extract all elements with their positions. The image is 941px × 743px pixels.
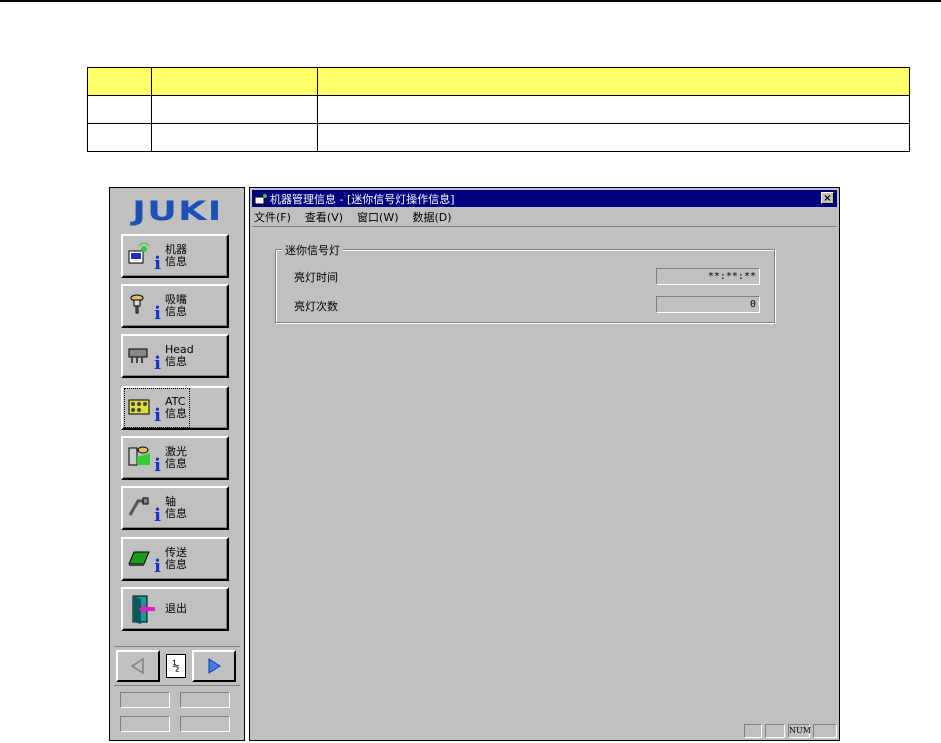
- main-window: 机器管理信息 - [迷你信号灯操作信息] × 文件(F) 查看(V) 窗口(W)…: [249, 187, 840, 741]
- table-row: [87, 95, 910, 124]
- button-label: 信息: [165, 255, 187, 268]
- axis-info-button[interactable]: i 轴信息: [121, 486, 229, 530]
- menu-data[interactable]: 数据(D): [413, 209, 452, 225]
- button-label: 信息: [165, 355, 187, 368]
- status-cell: [813, 724, 837, 738]
- table-row: [87, 123, 910, 152]
- close-button[interactable]: ×: [821, 192, 834, 204]
- pager: ½: [114, 646, 240, 686]
- title-bar: 机器管理信息 - [迷你信号灯操作信息] ×: [252, 190, 837, 207]
- menu-window[interactable]: 窗口(W): [357, 209, 398, 225]
- window-title: 机器管理信息 - [迷你信号灯操作信息]: [270, 192, 455, 206]
- atc-info-button[interactable]: i ATC 信息: [121, 386, 229, 430]
- button-label: 信息: [165, 457, 187, 470]
- num-lock-indicator: NUM: [788, 724, 811, 738]
- lighting-time-field: **:**:**: [656, 268, 760, 285]
- lighting-count-field: 0: [656, 296, 760, 313]
- left-panel: JUKI i 机器信息 i 吸嘴信息 i Head信息 i ATC信息: [109, 187, 245, 741]
- machine-signal-icon: i: [127, 239, 161, 273]
- group-title: 迷你信号灯: [282, 242, 343, 258]
- top-rule: [0, 0, 941, 2]
- window-app-icon: [254, 193, 267, 204]
- menu-bar: 文件(F) 查看(V) 窗口(W) 数据(D): [254, 208, 466, 226]
- arrow-left-icon: [130, 657, 144, 675]
- nozzle-icon: i: [127, 289, 161, 323]
- status-box: [120, 716, 170, 732]
- laser-icon: i: [127, 441, 161, 475]
- menu-file[interactable]: 文件(F): [254, 209, 291, 225]
- header-table: [87, 67, 910, 152]
- button-label: 信息: [165, 558, 187, 571]
- status-box: [180, 716, 230, 732]
- juki-logo: JUKI: [132, 195, 223, 227]
- header-row: [87, 67, 910, 96]
- status-box: [180, 692, 230, 708]
- status-cell: [744, 724, 762, 738]
- exit-door-icon: [127, 592, 161, 626]
- status-cell: [765, 724, 785, 738]
- next-page-button[interactable]: [192, 650, 236, 682]
- status-box: [120, 692, 170, 708]
- machine-info-button[interactable]: i 机器 信息: [121, 234, 229, 278]
- axis-icon: i: [127, 491, 161, 525]
- lighting-time-label: 亮灯时间: [294, 271, 338, 284]
- menu-separator: [252, 226, 837, 227]
- button-label: 信息: [165, 507, 187, 520]
- prev-page-button[interactable]: [116, 650, 160, 682]
- arrow-right-icon: [208, 658, 221, 674]
- head-info-button[interactable]: i Head 信息: [121, 334, 229, 378]
- button-label: 信息: [165, 407, 187, 420]
- conveyor-icon: i: [127, 542, 161, 576]
- conveyor-info-button[interactable]: i 传送 信息: [121, 537, 229, 581]
- menu-view[interactable]: 查看(V): [305, 209, 343, 225]
- nozzle-info-button[interactable]: i 吸嘴 信息: [121, 284, 229, 328]
- page-indicator: ½: [166, 654, 186, 678]
- laser-info-button[interactable]: i 激光 信息: [121, 436, 229, 480]
- button-label: 退出: [165, 602, 187, 615]
- head-icon: i: [127, 339, 161, 373]
- mini-signal-group: 迷你信号灯 亮灯时间 **:**:** 亮灯次数 0: [275, 242, 775, 323]
- lighting-count-label: 亮灯次数: [294, 300, 338, 313]
- atc-icon: i: [127, 391, 161, 425]
- exit-button[interactable]: 退出: [121, 587, 229, 631]
- status-bar: NUM: [252, 724, 837, 738]
- button-label: 信息: [165, 305, 187, 318]
